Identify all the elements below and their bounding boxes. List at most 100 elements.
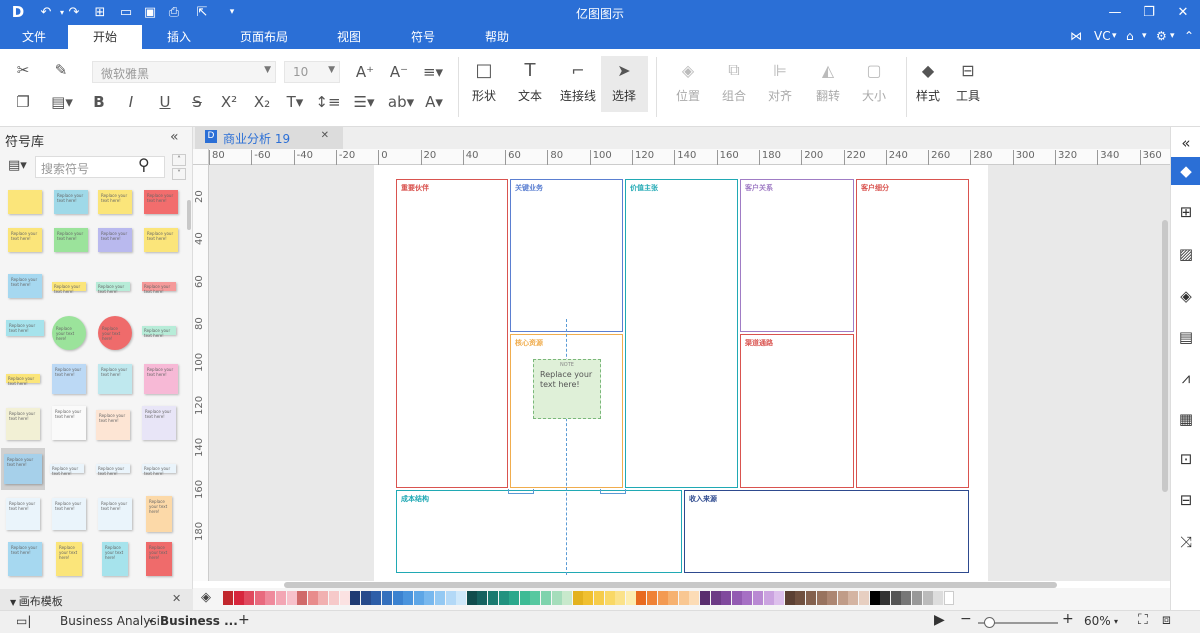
italic-icon[interactable]: I [120,91,142,113]
group-icon[interactable]: ⧉ [722,58,746,82]
color-swatch[interactable] [668,591,679,605]
color-swatch[interactable] [806,591,816,605]
round-note-shape[interactable]: Replace your text here! [98,316,132,350]
paper-note-shape[interactable]: Replace your text here! [52,406,86,440]
connector-tool-label[interactable]: 连接线 [555,87,601,104]
scroll-up-icon[interactable]: ˄ [172,154,186,166]
color-swatch[interactable] [223,591,233,605]
fill-style-icon[interactable]: ◆ [916,58,940,82]
settings-icon[interactable]: ⚙ [1156,29,1167,45]
flip-label[interactable]: 翻转 [806,87,850,104]
add-page-icon[interactable]: + [238,612,250,628]
group-label[interactable]: 组合 [712,87,756,104]
menu-insert[interactable]: 插入 [142,25,216,49]
color-swatch[interactable] [943,591,954,605]
fill-bucket-icon[interactable]: ◈ [201,590,211,605]
page-list-icon[interactable]: ▭| [16,614,31,628]
color-swatch[interactable] [435,591,445,605]
close-section-icon[interactable]: ✕ [172,592,181,605]
pinned-note-shape[interactable]: Replace your text here! [52,364,86,394]
color-swatch[interactable] [678,591,689,605]
color-swatch[interactable] [519,591,530,605]
sticky-note-shape[interactable]: Replace your text here! [98,228,132,252]
bullet-list-icon[interactable]: ☰▾ [350,91,378,113]
image-panel-icon[interactable]: ▨ [1171,240,1200,268]
fill-panel-icon[interactable]: ◆ [1171,157,1200,185]
shuffle-panel-icon[interactable]: ⤨ [1171,528,1200,556]
color-swatch[interactable] [244,591,255,605]
color-swatch[interactable] [339,591,350,605]
color-swatch[interactable] [827,591,838,605]
cut-icon[interactable]: ✂ [12,59,34,81]
sticky-note-shape[interactable]: Replace your text here! [98,190,132,214]
color-swatch[interactable] [848,591,859,605]
shape-tool-label[interactable]: 形状 [462,87,506,104]
search-icon[interactable]: ⚲ [138,155,150,174]
font-size-select[interactable]: 10 ▼ [284,61,340,83]
color-swatch[interactable] [254,591,265,605]
color-swatch[interactable] [657,591,668,605]
color-swatch[interactable] [890,591,901,605]
color-swatch[interactable] [371,591,382,605]
color-swatch[interactable] [784,591,795,605]
canvas-block-activities[interactable]: 关键业务 [510,179,623,332]
color-swatch[interactable] [869,591,880,605]
paper-note-shape[interactable]: Replace your text here! [6,408,40,440]
color-swatch[interactable] [647,591,657,605]
text-style-icon[interactable]: T▾ [282,91,308,113]
close-tab-icon[interactable]: ✕ [321,130,329,141]
color-swatch[interactable] [731,591,742,605]
menu-view[interactable]: 视图 [312,25,386,49]
color-swatch[interactable] [413,591,424,605]
strikethrough-icon[interactable]: S [186,91,208,113]
canvas-page[interactable]: 重要伙伴 关键业务 价值主张 客户关系 客户细分 核心资源 渠道通路 成本结构 … [374,165,988,581]
chart-panel-icon[interactable]: ⩘ [1171,364,1200,392]
menu-home[interactable]: 开始 [68,25,142,49]
color-swatch[interactable] [488,591,498,605]
color-swatch[interactable] [689,591,700,605]
page-tab[interactable]: Business Analysi [60,614,160,628]
underline-icon[interactable]: U [154,91,176,113]
theme-dropdown-icon[interactable]: ▾ [1142,31,1147,47]
canvas-block-relationships[interactable]: 客户关系 [740,179,854,332]
color-swatch[interactable] [816,591,827,605]
sticky-note-shape[interactable]: Replace your text here! [6,320,44,336]
color-swatch[interactable] [541,591,551,605]
text-case-icon[interactable]: ab▾ [386,91,416,113]
color-swatch[interactable] [297,591,308,605]
tag-note-shape[interactable]: Replace your text here! [142,326,176,338]
color-swatch[interactable] [901,591,912,605]
color-swatch[interactable] [456,591,467,605]
canvas-block-cost[interactable]: 成本结构 [396,490,682,573]
color-swatch[interactable] [551,591,562,605]
line-spacing-icon[interactable]: ↕≡ [314,91,342,113]
color-swatch[interactable] [572,591,583,605]
color-swatch[interactable] [859,591,869,605]
color-swatch[interactable] [922,591,933,605]
bold-icon[interactable]: B [88,91,110,113]
canvas-template-section[interactable]: ▼ 画布模板 [0,589,193,610]
color-swatch[interactable] [604,591,615,605]
color-swatch[interactable] [742,591,753,605]
text-tool-label[interactable]: 文本 [508,87,552,104]
font-color-icon[interactable]: A▾ [420,91,448,113]
page-tab-active[interactable]: Business ... [160,614,238,628]
decrease-font-icon[interactable]: A⁻ [386,61,412,83]
shape-icon[interactable]: □ [472,58,496,82]
color-swatch[interactable] [710,591,721,605]
color-swatch[interactable] [530,591,541,605]
library-menu-icon[interactable]: ▤▾ [8,158,27,173]
font-family-select[interactable]: 微软雅黑 ▼ [92,61,276,83]
user-dropdown-icon[interactable]: ▾ [1112,31,1117,47]
sticky-note-shape[interactable]: Replace your text here! [4,454,42,484]
menu-file[interactable]: 文件 [0,25,68,49]
color-swatch[interactable] [360,591,371,605]
page-dropdown-icon[interactable]: ▾ [149,617,153,626]
scroll-down-icon[interactable]: ˅ [172,168,186,180]
color-swatch[interactable] [615,591,626,605]
maximize-icon[interactable]: ❐ [1132,0,1166,25]
color-swatch[interactable] [392,591,403,605]
user-avatar[interactable]: VC [1094,29,1111,45]
round-note-shape[interactable]: Replace your text here! [52,316,86,350]
sticky-note-shape[interactable]: Replace your text here! [8,228,42,252]
